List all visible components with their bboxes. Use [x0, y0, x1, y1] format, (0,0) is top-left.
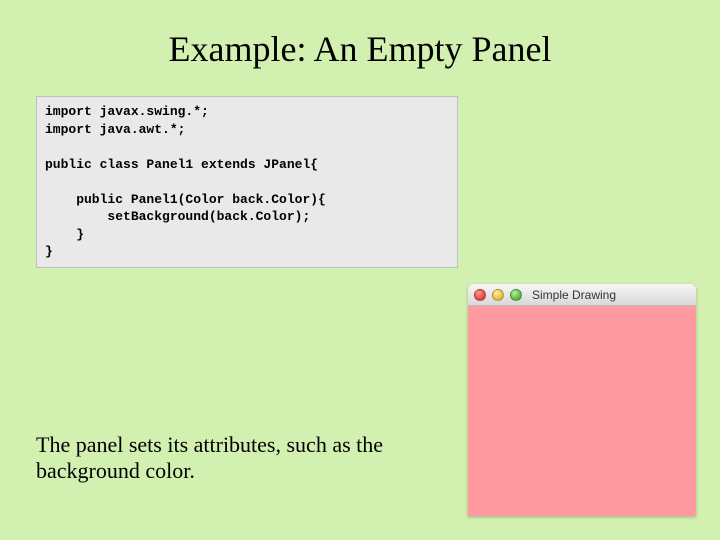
zoom-icon[interactable]: [510, 289, 522, 301]
slide: Example: An Empty Panel import javax.swi…: [0, 0, 720, 540]
window-title: Simple Drawing: [532, 288, 616, 302]
app-window: Simple Drawing: [468, 284, 696, 516]
slide-title: Example: An Empty Panel: [0, 0, 720, 70]
minimize-icon[interactable]: [492, 289, 504, 301]
window-titlebar: Simple Drawing: [468, 284, 696, 306]
code-block: import javax.swing.*; import java.awt.*;…: [36, 96, 458, 268]
panel-content: [468, 306, 696, 516]
close-icon[interactable]: [474, 289, 486, 301]
caption-text: The panel sets its attributes, such as t…: [36, 432, 456, 485]
